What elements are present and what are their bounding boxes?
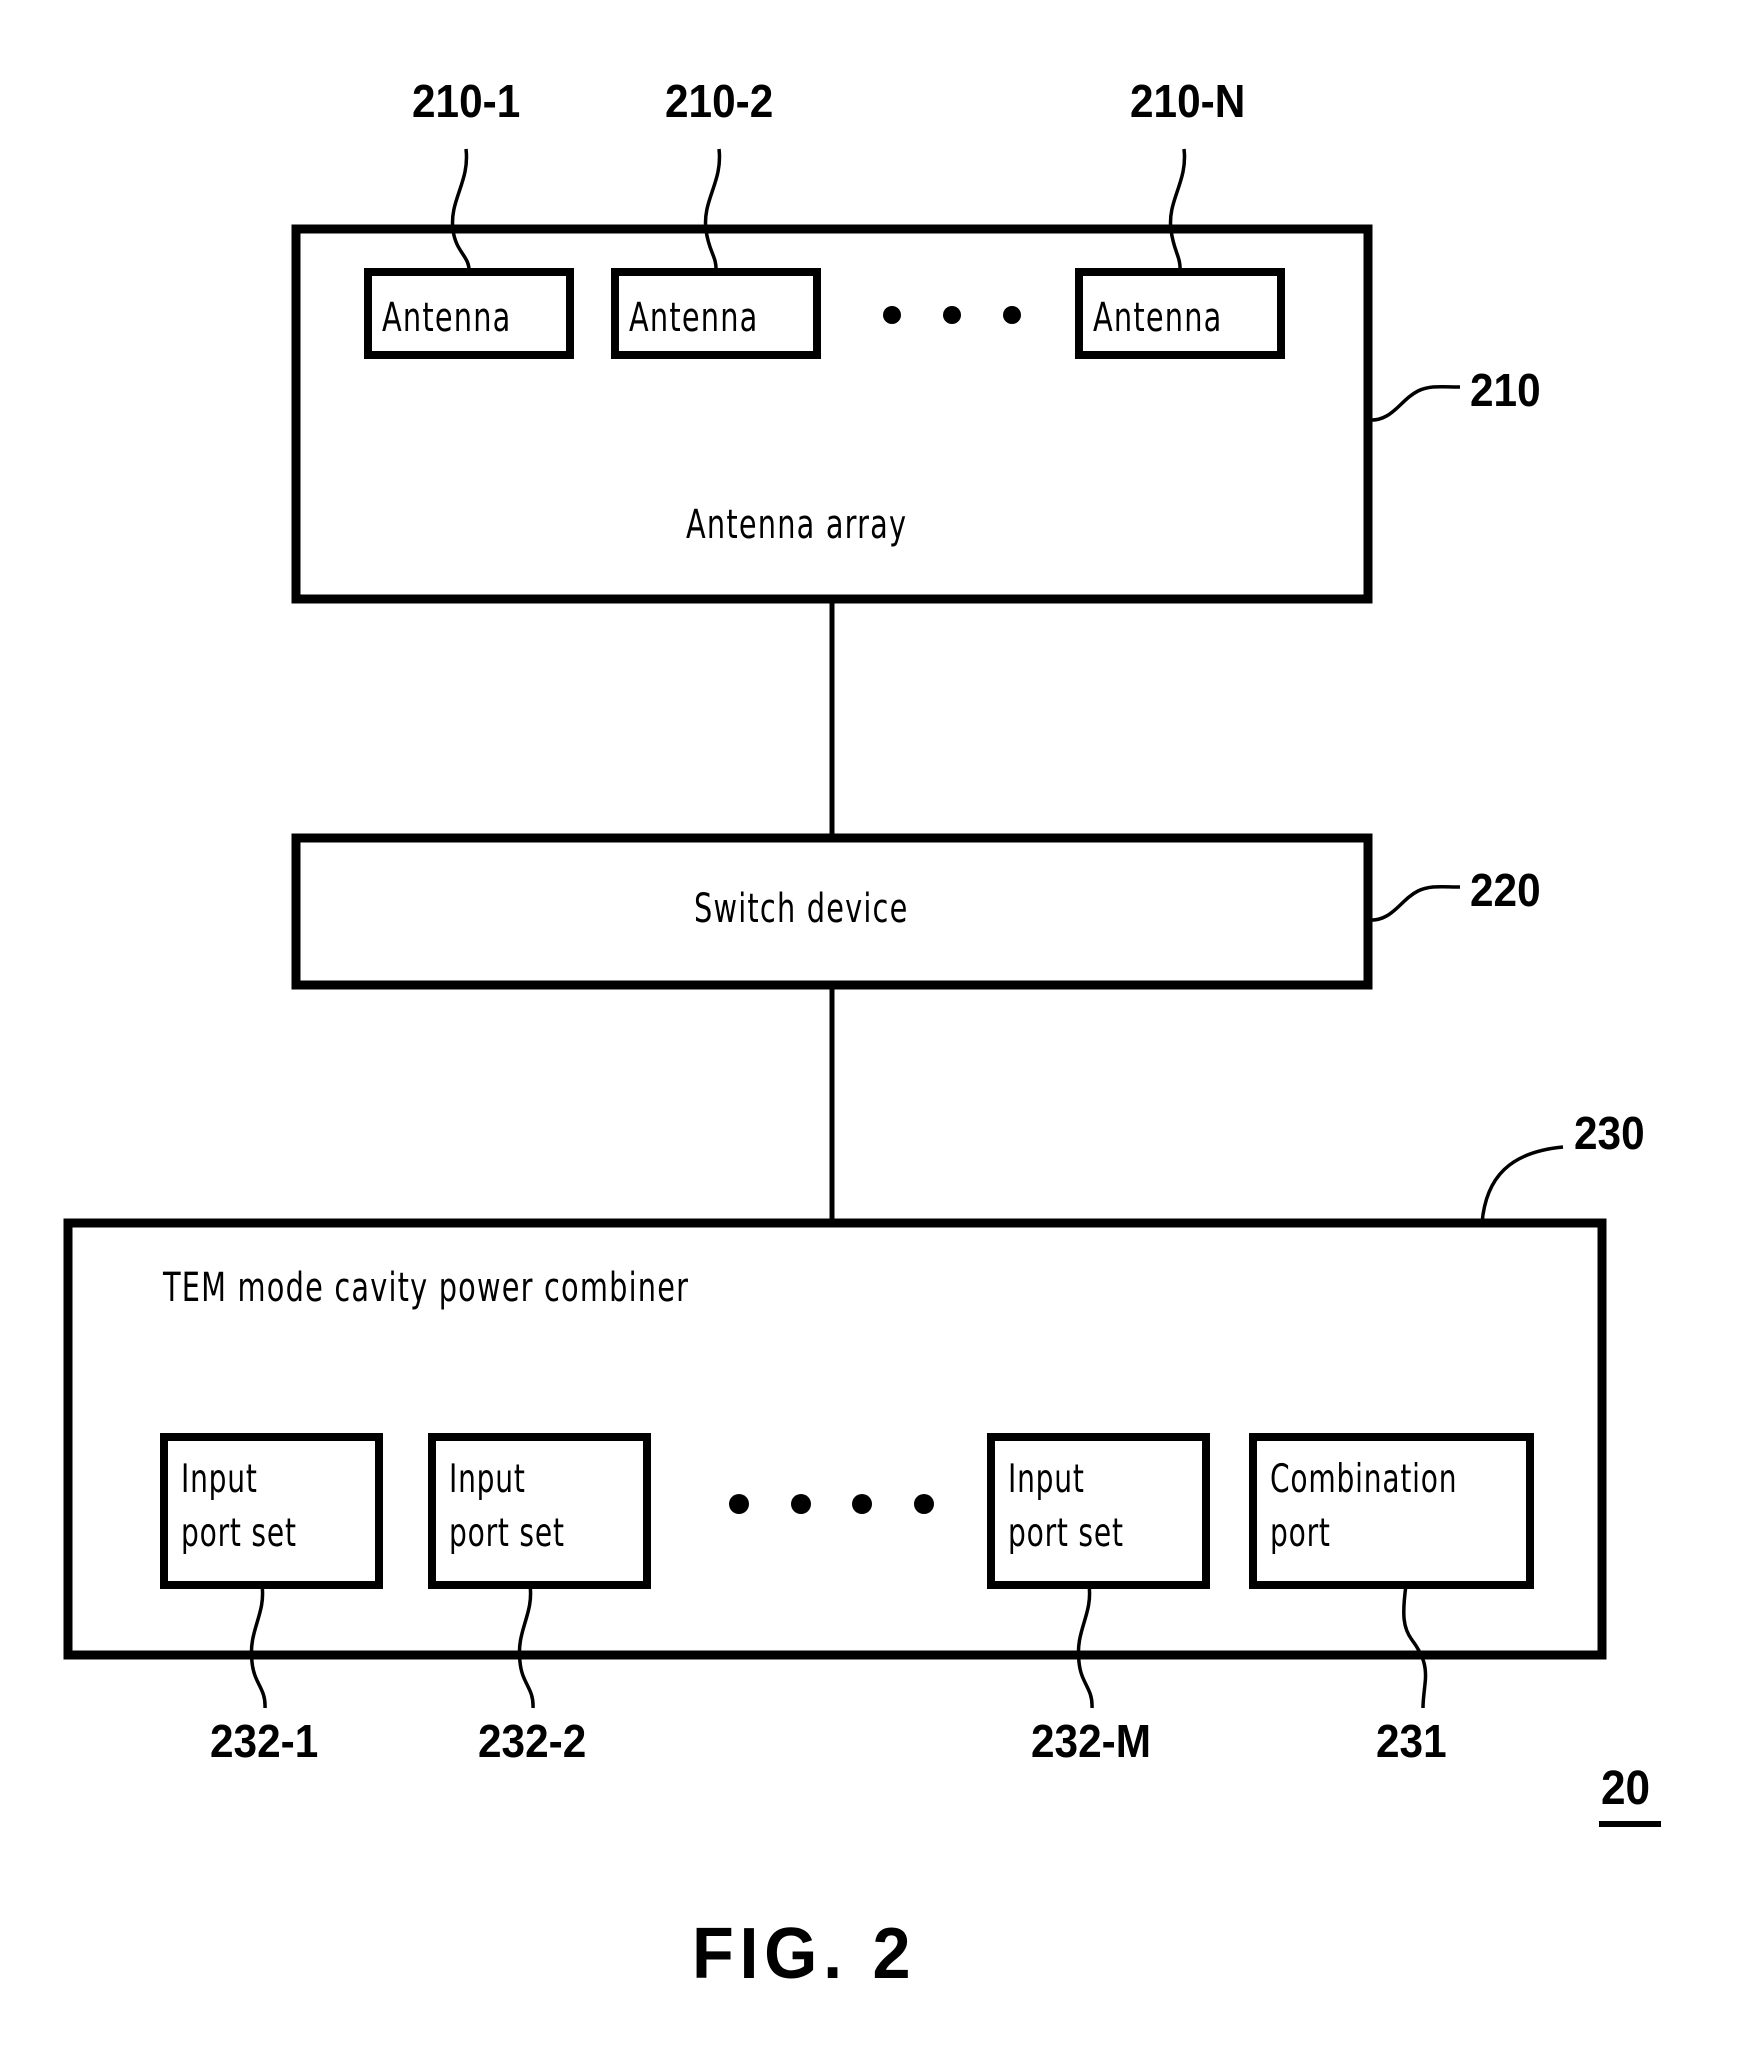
port-ellipsis-dot-2 [791,1494,811,1514]
input-port-set-label-2-line2: port set [449,1511,565,1556]
leader-210-1 [450,148,471,273]
port-ellipsis-dot-1 [729,1494,749,1514]
antenna-array-title: Antenna array [686,502,908,548]
ref-232-1: 232-1 [210,1715,319,1767]
input-port-set-label-1-line1: Input [181,1457,258,1502]
ref-232-2: 232-2 [478,1715,587,1767]
leader-232-m [1076,1584,1094,1709]
antenna-element-label-2: Antenna [629,295,759,341]
combiner-title: TEM mode cavity power combiner [163,1265,690,1311]
antenna-element-label-n: Antenna [1093,295,1223,341]
combination-port-label-line1: Combination [1270,1457,1458,1502]
input-port-set-label-m-line2: port set [1008,1511,1124,1556]
input-port-set-label-2-line1: Input [449,1457,526,1502]
ref-210: 210 [1470,364,1541,416]
figure-caption: FIG. 2 [692,1914,917,1994]
ref-210-n: 210-N [1130,75,1246,127]
port-ellipsis-dot-3 [852,1494,872,1514]
antenna-ellipsis-dot-2 [943,306,961,324]
ref-210-1: 210-1 [412,75,521,127]
leader-220 [1367,884,1461,922]
input-port-set-label-m-line1: Input [1008,1457,1085,1502]
leader-210-2 [703,148,722,273]
ref-231: 231 [1376,1715,1447,1767]
leader-230 [1480,1145,1564,1224]
antenna-element-label-1: Antenna [382,295,512,341]
combination-port-label-line2: port [1270,1511,1331,1556]
leader-210-n [1168,148,1187,273]
patent-figure-page: 210-1 210-2 210-N Antenna Antenna Antenn… [0,0,1743,2064]
leader-231 [1402,1584,1428,1709]
ref-232-m: 232-M [1031,1715,1151,1767]
leader-232-2 [517,1584,535,1709]
leader-232-1 [249,1584,267,1709]
port-ellipsis-dot-4 [914,1494,934,1514]
switch-device-title: Switch device [694,886,909,932]
system-ref-underline [1599,1821,1661,1827]
ref-220: 220 [1470,864,1541,916]
ref-210-2: 210-2 [665,75,774,127]
antenna-ellipsis-dot-1 [883,306,901,324]
input-port-set-label-1-line2: port set [181,1511,297,1556]
ref-230: 230 [1574,1107,1645,1159]
system-ref-20: 20 [1601,1762,1651,1815]
antenna-ellipsis-dot-3 [1003,306,1021,324]
leader-210 [1367,384,1461,422]
